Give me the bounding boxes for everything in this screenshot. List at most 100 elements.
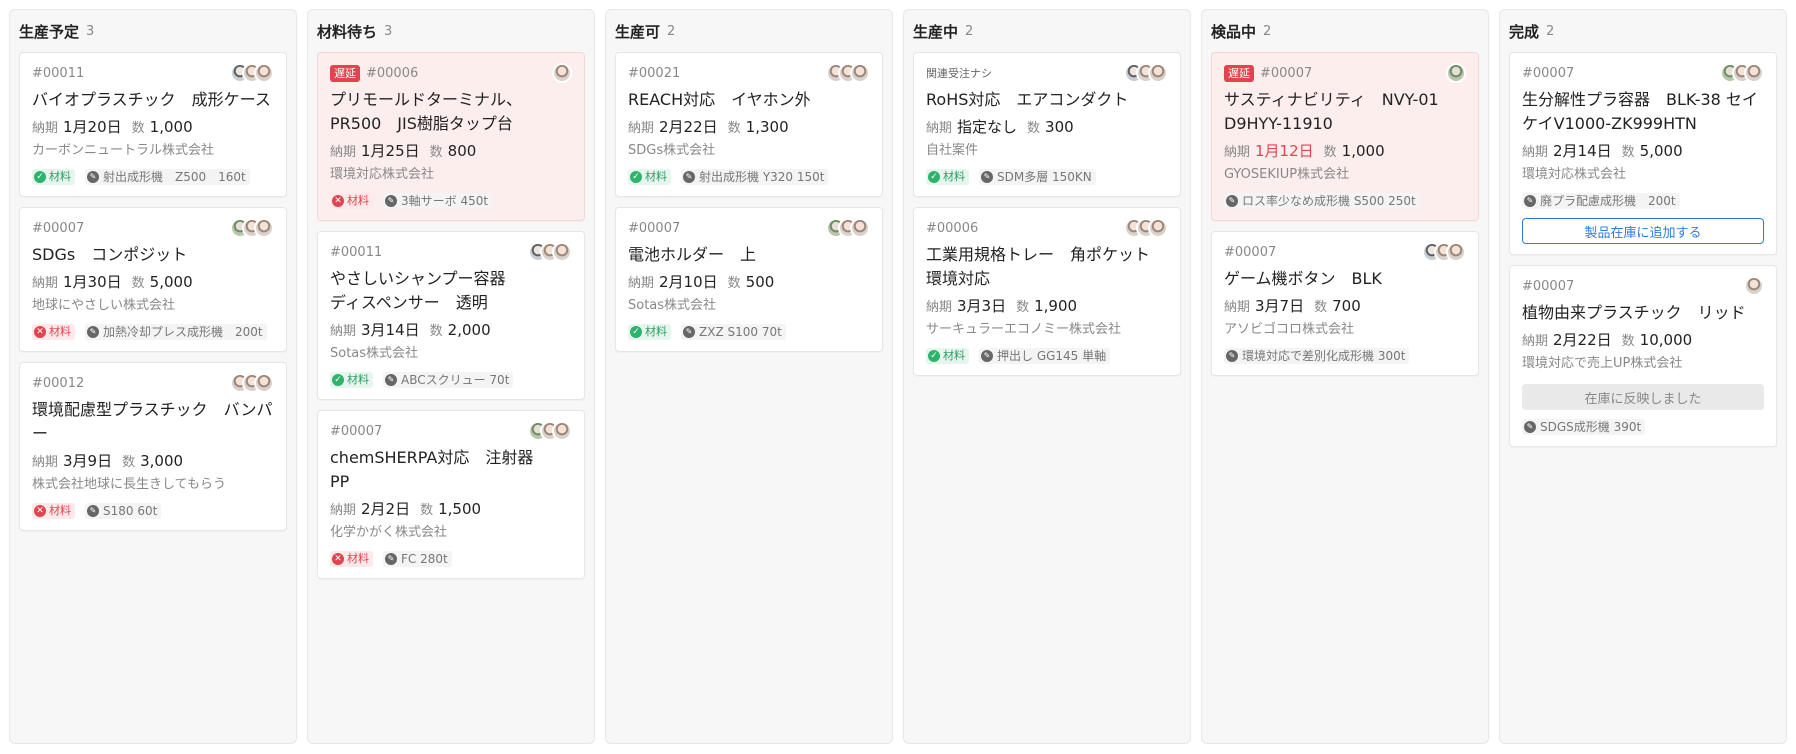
machine-name: 3軸サーボ 450t bbox=[401, 194, 489, 208]
assignee-avatars[interactable] bbox=[826, 218, 870, 238]
assignee-avatars[interactable] bbox=[1720, 63, 1764, 83]
assignee-avatars[interactable] bbox=[230, 373, 274, 393]
order-card[interactable]: #00006 工業用規格トレー 角ポケット 環境対応 納期 3月3日数 1,900 … bbox=[913, 207, 1181, 376]
order-card[interactable]: #00011 バイオプラスチック 成形ケース 納期 1月20日数 1,000 カーボ… bbox=[19, 52, 287, 197]
column-title: 生産可 bbox=[615, 22, 661, 41]
check-icon: ✓ bbox=[928, 350, 940, 362]
machine-name: SDM多層 150KN bbox=[997, 170, 1092, 184]
column-count: 2 bbox=[1263, 23, 1272, 39]
column-in-production: 生産中 2 関連受注ナシ RoHS対応 エアコンダクト 納期 指定なし数 300 自… bbox=[903, 9, 1191, 744]
card-title: 植物由来プラスチック リッド bbox=[1522, 303, 1746, 322]
customer-name: 自社案件 bbox=[926, 143, 979, 158]
avatar bbox=[552, 421, 572, 441]
due-date: 2月10日 bbox=[659, 273, 718, 291]
quantity: 800 bbox=[447, 142, 477, 160]
avatar bbox=[254, 63, 274, 83]
avatar bbox=[254, 373, 274, 393]
machine-tag: ✎ FC 280t bbox=[383, 551, 452, 567]
qty-label: 数 bbox=[1027, 121, 1041, 136]
material-status-ok: ✓ 材料 bbox=[926, 169, 969, 185]
assignee-avatars[interactable] bbox=[1446, 63, 1466, 83]
wrench-icon: ✎ bbox=[683, 326, 695, 338]
material-status-missing: ✕ 材料 bbox=[32, 324, 75, 340]
order-card[interactable]: #00007 chemSHERPA対応 注射器 PP 納期 2月2日数 1,500 … bbox=[317, 410, 585, 579]
card-title: 生分解性プラ容器 BLK-38 セイ ケイV1000-ZK999HTN bbox=[1522, 90, 1758, 133]
avatar bbox=[552, 242, 572, 262]
assignee-avatars[interactable] bbox=[1422, 242, 1466, 262]
wrench-icon: ✎ bbox=[1524, 421, 1536, 433]
avatar bbox=[1744, 276, 1764, 296]
assignee-avatars[interactable] bbox=[1124, 63, 1168, 83]
avatar bbox=[1744, 63, 1764, 83]
order-card[interactable]: 関連受注ナシ RoHS対応 エアコンダクト 納期 指定なし数 300 自社案件 ✓ 材… bbox=[913, 52, 1181, 197]
qty-label: 数 bbox=[727, 276, 741, 291]
card-title: 電池ホルダー 上 bbox=[628, 245, 757, 264]
add-to-inventory-button[interactable]: 製品在庫に追加する bbox=[1522, 218, 1764, 244]
material-status-ok: ✓ 材料 bbox=[32, 169, 75, 185]
x-circle-icon: ✕ bbox=[332, 195, 344, 207]
order-card[interactable]: #00012 環境配慮型プラスチック バンパー 納期 3月9日数 3,000 株式会… bbox=[19, 362, 287, 531]
order-card[interactable]: #00007 SDGs コンポジット 納期 1月30日数 5,000 地球にやさしい… bbox=[19, 207, 287, 352]
wrench-icon: ✎ bbox=[385, 374, 397, 386]
due-date: 3月7日 bbox=[1255, 297, 1305, 315]
assignee-avatars[interactable] bbox=[528, 421, 572, 441]
qty-label: 数 bbox=[420, 503, 434, 518]
machine-name: 廃プラ配慮成形機 200t bbox=[1540, 194, 1676, 208]
due-date: 3月14日 bbox=[361, 321, 420, 339]
material-status-missing: ✕ 材料 bbox=[32, 503, 75, 519]
due-label: 納期 bbox=[32, 455, 59, 470]
due-label: 納期 bbox=[330, 145, 357, 160]
column-title: 生産予定 bbox=[19, 22, 80, 41]
machine-tag: ✎ 3軸サーボ 450t bbox=[383, 193, 493, 209]
due-label: 納期 bbox=[628, 276, 655, 291]
avatar bbox=[1148, 63, 1168, 83]
customer-name: 環境対応株式会社 bbox=[1522, 167, 1627, 182]
wrench-icon: ✎ bbox=[1226, 195, 1238, 207]
quantity: 10,000 bbox=[1639, 331, 1693, 349]
customer-name: Sotas株式会社 bbox=[330, 346, 419, 361]
due-label: 納期 bbox=[1224, 300, 1251, 315]
due-label: 納期 bbox=[32, 276, 59, 291]
card-title: chemSHERPA対応 注射器 PP bbox=[330, 448, 534, 491]
customer-name: カーボンニュートラル株式会社 bbox=[32, 143, 215, 158]
due-date: 3月3日 bbox=[957, 297, 1007, 315]
order-card[interactable]: #00007 ゲーム機ボタン BLK 納期 3月7日数 700 アソビゴコロ株式会社… bbox=[1211, 231, 1479, 376]
assignee-avatars[interactable] bbox=[552, 63, 572, 83]
order-card[interactable]: #00007 生分解性プラ容器 BLK-38 セイ ケイV1000-ZK999H… bbox=[1509, 52, 1777, 255]
order-card-late[interactable]: 遅延 #00006 プリモールドターミナル、 PR500 JIS樹脂タップ台 納期… bbox=[317, 52, 585, 221]
late-badge: 遅延 bbox=[1224, 64, 1254, 82]
card-title: RoHS対応 エアコンダクト bbox=[926, 90, 1129, 109]
order-card[interactable]: #00011 やさしいシャンプー容器 ディスペンサー 透明 納期 3月14日数 2,… bbox=[317, 231, 585, 400]
card-id: #00021 bbox=[628, 65, 681, 81]
qty-label: 数 bbox=[1016, 300, 1030, 315]
avatar bbox=[1446, 242, 1466, 262]
order-card[interactable]: #00007 電池ホルダー 上 納期 2月10日数 500 Sotas株式会社 ✓ 材… bbox=[615, 207, 883, 352]
qty-label: 数 bbox=[727, 121, 741, 136]
x-circle-icon: ✕ bbox=[332, 553, 344, 565]
customer-name: 化学かがく株式会社 bbox=[330, 525, 448, 540]
assignee-avatars[interactable] bbox=[826, 63, 870, 83]
machine-tag: ✎ SDM多層 150KN bbox=[979, 169, 1096, 185]
assignee-avatars[interactable] bbox=[1124, 218, 1168, 238]
due-date: 3月9日 bbox=[63, 452, 113, 470]
material-status-ok: ✓ 材料 bbox=[628, 169, 671, 185]
check-icon: ✓ bbox=[34, 171, 46, 183]
machine-tag: ✎ 環境対応で差別化成形機 300t bbox=[1224, 348, 1410, 364]
assignee-avatars[interactable] bbox=[230, 218, 274, 238]
wrench-icon: ✎ bbox=[683, 171, 695, 183]
quantity: 1,500 bbox=[438, 500, 482, 518]
due-date-overdue: 1月12日 bbox=[1255, 142, 1314, 160]
check-icon: ✓ bbox=[630, 171, 642, 183]
assignee-avatars[interactable] bbox=[230, 63, 274, 83]
kanban-board: 生産予定 3 #00011 バイオプラスチック 成形ケース 納期 1月20日数 1,… bbox=[0, 0, 1796, 754]
column-header: 材料待ち 3 bbox=[317, 20, 585, 42]
card-id: #00007 bbox=[1260, 65, 1313, 81]
card-id: #00007 bbox=[330, 423, 383, 439]
quantity: 1,000 bbox=[1341, 142, 1385, 160]
order-card[interactable]: #00007 植物由来プラスチック リッド 納期 2月22日数 10,000 環境対… bbox=[1509, 265, 1777, 447]
assignee-avatars[interactable] bbox=[528, 242, 572, 262]
order-card[interactable]: #00021 REACH対応 イヤホン外 納期 2月22日数 1,300 SDGs株… bbox=[615, 52, 883, 197]
assignee-avatars[interactable] bbox=[1744, 276, 1764, 296]
card-id: #00007 bbox=[1224, 244, 1277, 260]
order-card-late[interactable]: 遅延 #00007 サスティナビリティ NVY-01 D9HYY-11910 納期… bbox=[1211, 52, 1479, 221]
